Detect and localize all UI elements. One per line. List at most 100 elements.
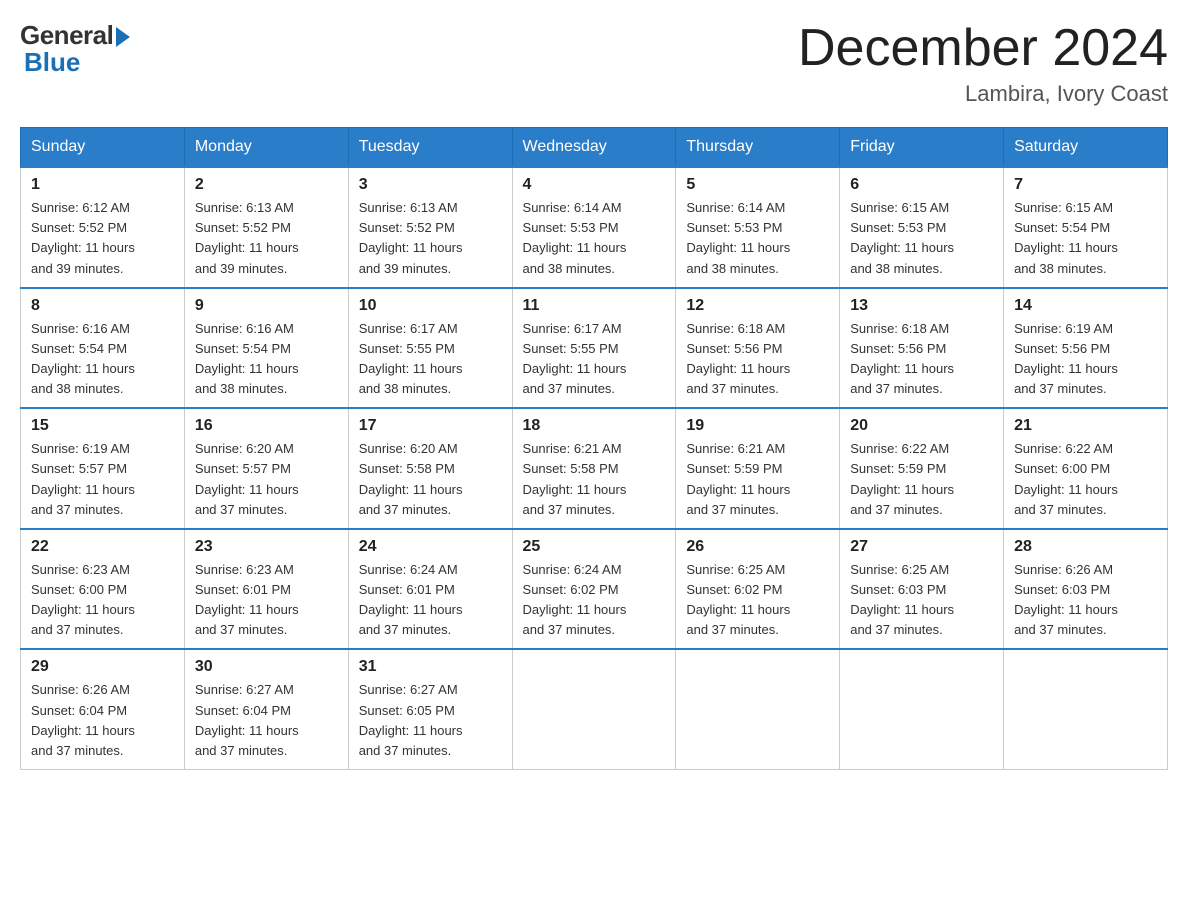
day-cell: 26Sunrise: 6:25 AMSunset: 6:02 PMDayligh… — [676, 529, 840, 650]
day-number: 11 — [523, 297, 666, 315]
day-cell: 5 Sunrise: 6:14 AMSunset: 5:53 PMDaylight… — [676, 167, 840, 288]
day-cell: 17Sunrise: 6:20 AMSunset: 5:58 PMDayligh… — [348, 408, 512, 529]
day-number: 23 — [195, 538, 338, 556]
day-number: 26 — [686, 538, 829, 556]
week-row-4: 22 Sunrise: 6:23 AMSunset: 6:00 PMDayligh… — [21, 529, 1168, 650]
day-cell: 14 Sunrise: 6:19 AMSunset: 5:56 PMDayligh… — [1004, 288, 1168, 409]
week-row-3: 15 Sunrise: 6:19 AMSunset: 5:57 PMDayligh… — [21, 408, 1168, 529]
day-number: 10 — [359, 297, 502, 315]
logo-blue-text: Blue — [24, 47, 80, 78]
week-row-1: 1 Sunrise: 6:12 AMSunset: 5:52 PMDaylight… — [21, 167, 1168, 288]
header-cell-thursday: Thursday — [676, 128, 840, 168]
day-info: Sunrise: 6:22 AMSunset: 6:00 PMDaylight:… — [1014, 439, 1157, 520]
day-info: Sunrise: 6:17 AMSunset: 5:55 PMDaylight:… — [359, 319, 502, 400]
day-info: Sunrise: 6:24 AMSunset: 6:02 PMDaylight:… — [523, 560, 666, 641]
day-number: 9 — [195, 297, 338, 315]
day-number: 21 — [1014, 417, 1157, 435]
day-number: 12 — [686, 297, 829, 315]
day-number: 15 — [31, 417, 174, 435]
day-info: Sunrise: 6:15 AMSunset: 5:53 PMDaylight:… — [850, 198, 993, 279]
day-cell: 31 Sunrise: 6:27 AMSunset: 6:05 PMDayligh… — [348, 649, 512, 769]
calendar-header: SundayMondayTuesdayWednesdayThursdayFrid… — [21, 128, 1168, 168]
day-number: 2 — [195, 176, 338, 194]
page-header: General Blue December 2024 Lambira, Ivor… — [20, 20, 1168, 107]
day-cell: 27 Sunrise: 6:25 AMSunset: 6:03 PMDayligh… — [840, 529, 1004, 650]
day-number: 16 — [195, 417, 338, 435]
day-cell — [1004, 649, 1168, 769]
day-number: 18 — [523, 417, 666, 435]
day-cell: 8Sunrise: 6:16 AMSunset: 5:54 PMDaylight… — [21, 288, 185, 409]
day-number: 5 — [686, 176, 829, 194]
day-info: Sunrise: 6:19 AMSunset: 5:57 PMDaylight:… — [31, 439, 174, 520]
day-info: Sunrise: 6:16 AMSunset: 5:54 PMDaylight:… — [31, 319, 174, 400]
day-info: Sunrise: 6:19 AMSunset: 5:56 PMDaylight:… — [1014, 319, 1157, 400]
day-number: 4 — [523, 176, 666, 194]
header-cell-sunday: Sunday — [21, 128, 185, 168]
day-info: Sunrise: 6:26 AMSunset: 6:04 PMDaylight:… — [31, 680, 174, 761]
day-cell: 7 Sunrise: 6:15 AMSunset: 5:54 PMDaylight… — [1004, 167, 1168, 288]
day-info: Sunrise: 6:27 AMSunset: 6:05 PMDaylight:… — [359, 680, 502, 761]
day-cell — [840, 649, 1004, 769]
day-cell: 20Sunrise: 6:22 AMSunset: 5:59 PMDayligh… — [840, 408, 1004, 529]
day-info: Sunrise: 6:25 AMSunset: 6:03 PMDaylight:… — [850, 560, 993, 641]
day-info: Sunrise: 6:20 AMSunset: 5:57 PMDaylight:… — [195, 439, 338, 520]
day-number: 19 — [686, 417, 829, 435]
day-info: Sunrise: 6:22 AMSunset: 5:59 PMDaylight:… — [850, 439, 993, 520]
day-info: Sunrise: 6:14 AMSunset: 5:53 PMDaylight:… — [686, 198, 829, 279]
day-cell: 22 Sunrise: 6:23 AMSunset: 6:00 PMDayligh… — [21, 529, 185, 650]
day-number: 31 — [359, 658, 502, 676]
day-cell — [512, 649, 676, 769]
day-cell: 28 Sunrise: 6:26 AMSunset: 6:03 PMDayligh… — [1004, 529, 1168, 650]
day-number: 22 — [31, 538, 174, 556]
day-number: 1 — [31, 176, 174, 194]
month-title: December 2024 — [798, 20, 1168, 77]
day-info: Sunrise: 6:18 AMSunset: 5:56 PMDaylight:… — [850, 319, 993, 400]
day-info: Sunrise: 6:13 AMSunset: 5:52 PMDaylight:… — [359, 198, 502, 279]
day-number: 27 — [850, 538, 993, 556]
day-info: Sunrise: 6:15 AMSunset: 5:54 PMDaylight:… — [1014, 198, 1157, 279]
location-text: Lambira, Ivory Coast — [798, 81, 1168, 107]
day-cell: 9 Sunrise: 6:16 AMSunset: 5:54 PMDaylight… — [184, 288, 348, 409]
day-info: Sunrise: 6:16 AMSunset: 5:54 PMDaylight:… — [195, 319, 338, 400]
day-number: 29 — [31, 658, 174, 676]
day-number: 24 — [359, 538, 502, 556]
header-cell-wednesday: Wednesday — [512, 128, 676, 168]
day-cell: 29 Sunrise: 6:26 AMSunset: 6:04 PMDayligh… — [21, 649, 185, 769]
day-info: Sunrise: 6:21 AMSunset: 5:58 PMDaylight:… — [523, 439, 666, 520]
day-cell: 1 Sunrise: 6:12 AMSunset: 5:52 PMDaylight… — [21, 167, 185, 288]
day-number: 25 — [523, 538, 666, 556]
calendar-body: 1 Sunrise: 6:12 AMSunset: 5:52 PMDaylight… — [21, 167, 1168, 769]
logo: General Blue — [20, 20, 130, 78]
day-cell: 4 Sunrise: 6:14 AMSunset: 5:53 PMDaylight… — [512, 167, 676, 288]
day-info: Sunrise: 6:12 AMSunset: 5:52 PMDaylight:… — [31, 198, 174, 279]
day-cell — [676, 649, 840, 769]
day-cell: 6 Sunrise: 6:15 AMSunset: 5:53 PMDaylight… — [840, 167, 1004, 288]
day-cell: 13Sunrise: 6:18 AMSunset: 5:56 PMDayligh… — [840, 288, 1004, 409]
week-row-5: 29 Sunrise: 6:26 AMSunset: 6:04 PMDayligh… — [21, 649, 1168, 769]
header-cell-friday: Friday — [840, 128, 1004, 168]
day-cell: 25 Sunrise: 6:24 AMSunset: 6:02 PMDayligh… — [512, 529, 676, 650]
day-cell: 16 Sunrise: 6:20 AMSunset: 5:57 PMDayligh… — [184, 408, 348, 529]
day-number: 6 — [850, 176, 993, 194]
day-info: Sunrise: 6:17 AMSunset: 5:55 PMDaylight:… — [523, 319, 666, 400]
day-number: 14 — [1014, 297, 1157, 315]
day-info: Sunrise: 6:13 AMSunset: 5:52 PMDaylight:… — [195, 198, 338, 279]
day-info: Sunrise: 6:24 AMSunset: 6:01 PMDaylight:… — [359, 560, 502, 641]
day-cell: 15 Sunrise: 6:19 AMSunset: 5:57 PMDayligh… — [21, 408, 185, 529]
day-info: Sunrise: 6:21 AMSunset: 5:59 PMDaylight:… — [686, 439, 829, 520]
day-info: Sunrise: 6:26 AMSunset: 6:03 PMDaylight:… — [1014, 560, 1157, 641]
header-cell-saturday: Saturday — [1004, 128, 1168, 168]
day-info: Sunrise: 6:18 AMSunset: 5:56 PMDaylight:… — [686, 319, 829, 400]
day-info: Sunrise: 6:23 AMSunset: 6:00 PMDaylight:… — [31, 560, 174, 641]
day-number: 7 — [1014, 176, 1157, 194]
day-number: 28 — [1014, 538, 1157, 556]
day-info: Sunrise: 6:20 AMSunset: 5:58 PMDaylight:… — [359, 439, 502, 520]
day-cell: 21 Sunrise: 6:22 AMSunset: 6:00 PMDayligh… — [1004, 408, 1168, 529]
day-info: Sunrise: 6:14 AMSunset: 5:53 PMDaylight:… — [523, 198, 666, 279]
calendar-table: SundayMondayTuesdayWednesdayThursdayFrid… — [20, 127, 1168, 770]
day-number: 30 — [195, 658, 338, 676]
day-cell: 23Sunrise: 6:23 AMSunset: 6:01 PMDayligh… — [184, 529, 348, 650]
day-cell: 10 Sunrise: 6:17 AMSunset: 5:55 PMDayligh… — [348, 288, 512, 409]
day-number: 3 — [359, 176, 502, 194]
header-cell-monday: Monday — [184, 128, 348, 168]
